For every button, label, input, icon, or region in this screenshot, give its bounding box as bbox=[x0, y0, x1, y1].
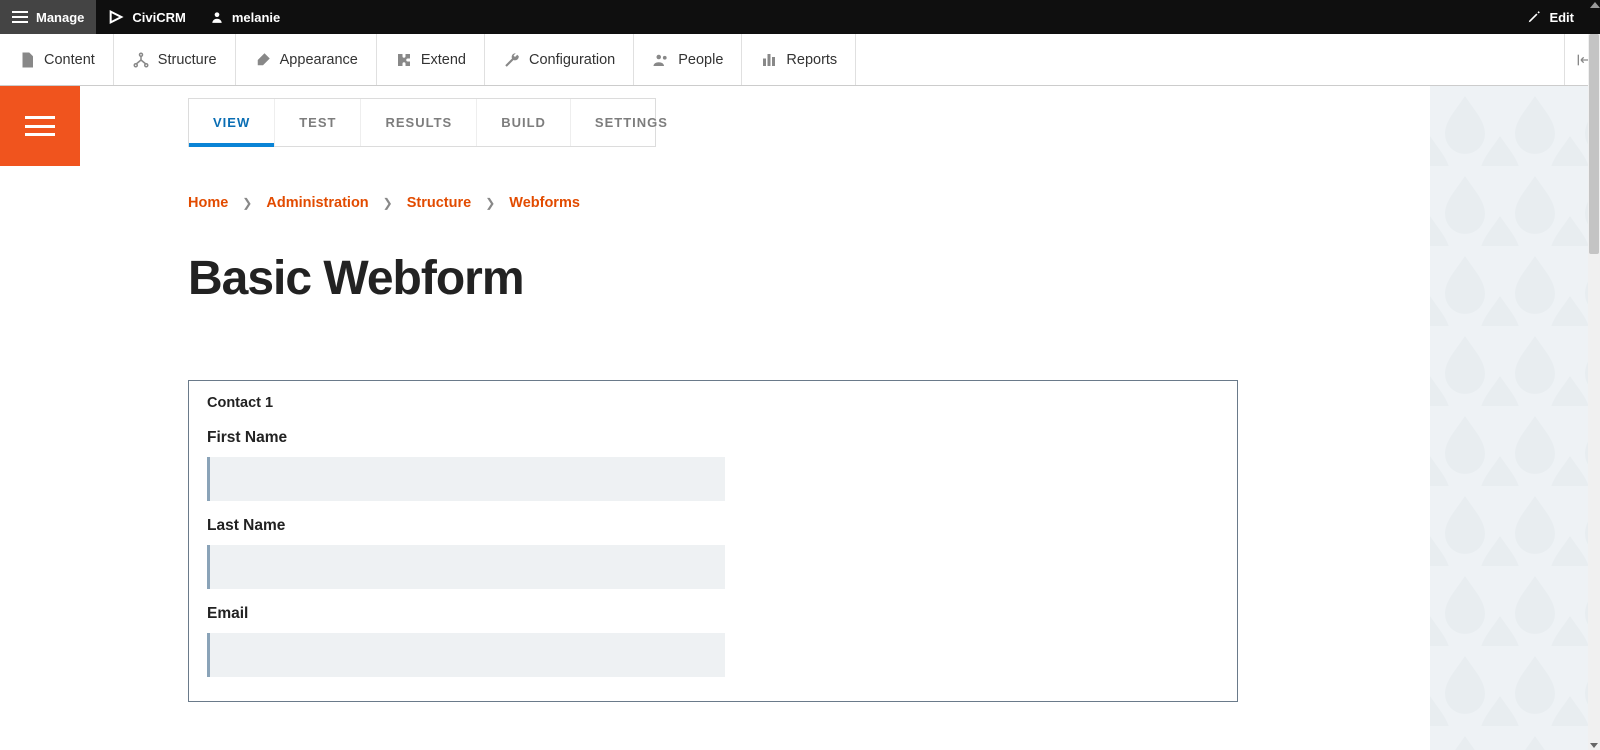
admin-menu-reports[interactable]: Reports bbox=[742, 34, 856, 85]
tab-build[interactable]: BUILD bbox=[477, 99, 571, 146]
page-title: Basic Webform bbox=[188, 251, 1388, 306]
breadcrumb-administration[interactable]: Administration bbox=[266, 195, 368, 211]
tab-label: BUILD bbox=[501, 115, 546, 130]
civicrm-link[interactable]: CiviCRM bbox=[96, 0, 197, 34]
chevron-right-icon: ❯ bbox=[383, 196, 393, 210]
civicrm-label: CiviCRM bbox=[132, 10, 185, 25]
user-menu[interactable]: melanie bbox=[198, 0, 292, 34]
breadcrumb: Home ❯ Administration ❯ Structure ❯ Webf… bbox=[188, 195, 1388, 211]
hamburger-icon bbox=[12, 11, 28, 23]
first-name-input[interactable] bbox=[207, 457, 725, 501]
civicrm-icon bbox=[108, 9, 124, 25]
admin-menu-extend[interactable]: Extend bbox=[377, 34, 485, 85]
admin-menu-label: Extend bbox=[421, 52, 466, 68]
first-name-label: First Name bbox=[207, 429, 1219, 447]
breadcrumb-home[interactable]: Home bbox=[188, 195, 228, 211]
chevron-right-icon: ❯ bbox=[485, 196, 495, 210]
primary-tabs: VIEW TEST RESULTS BUILD SETTINGS bbox=[188, 98, 656, 147]
wrench-icon bbox=[503, 51, 521, 69]
content-area: VIEW TEST RESULTS BUILD SETTINGS Home ❯ … bbox=[80, 86, 1600, 750]
tab-label: RESULTS bbox=[385, 115, 452, 130]
puzzle-icon bbox=[395, 51, 413, 69]
tab-results[interactable]: RESULTS bbox=[361, 99, 477, 146]
pencil-icon bbox=[1527, 10, 1541, 24]
admin-menu-label: People bbox=[678, 52, 723, 68]
admin-menu-label: Reports bbox=[786, 52, 837, 68]
breadcrumb-webforms[interactable]: Webforms bbox=[509, 195, 580, 211]
admin-menu-label: Appearance bbox=[280, 52, 358, 68]
admin-menu-appearance[interactable]: Appearance bbox=[236, 34, 377, 85]
people-icon bbox=[652, 51, 670, 69]
edit-label: Edit bbox=[1549, 10, 1574, 25]
hierarchy-icon bbox=[132, 51, 150, 69]
paint-icon bbox=[254, 51, 272, 69]
tab-label: TEST bbox=[299, 115, 336, 130]
admin-menu-label: Configuration bbox=[529, 52, 615, 68]
tab-test[interactable]: TEST bbox=[275, 99, 361, 146]
admin-menu-label: Structure bbox=[158, 52, 217, 68]
chevron-right-icon: ❯ bbox=[242, 196, 252, 210]
admin-menu-configuration[interactable]: Configuration bbox=[485, 34, 634, 85]
admin-menu-label: Content bbox=[44, 52, 95, 68]
user-icon bbox=[210, 10, 224, 24]
tab-label: SETTINGS bbox=[595, 115, 668, 130]
toolbar: Manage CiviCRM melanie Edit bbox=[0, 0, 1600, 34]
droplet-pattern bbox=[1430, 86, 1600, 750]
hamburger-icon bbox=[25, 116, 55, 136]
last-name-input[interactable] bbox=[207, 545, 725, 589]
sidebar-toggle[interactable] bbox=[0, 86, 80, 166]
email-input[interactable] bbox=[207, 633, 725, 677]
file-icon bbox=[18, 51, 36, 69]
fieldset-legend: Contact 1 bbox=[207, 395, 1219, 411]
user-label: melanie bbox=[232, 10, 280, 25]
last-name-label: Last Name bbox=[207, 517, 1219, 535]
admin-menu-content[interactable]: Content bbox=[0, 34, 114, 85]
admin-menu-structure[interactable]: Structure bbox=[114, 34, 236, 85]
scrollbar-thumb[interactable] bbox=[1589, 34, 1599, 254]
email-label: Email bbox=[207, 605, 1219, 623]
edit-button[interactable]: Edit bbox=[1515, 0, 1586, 34]
tab-label: VIEW bbox=[213, 115, 250, 130]
breadcrumb-structure[interactable]: Structure bbox=[407, 195, 471, 211]
manage-button[interactable]: Manage bbox=[0, 0, 96, 34]
manage-label: Manage bbox=[36, 10, 84, 25]
vertical-scrollbar[interactable] bbox=[1588, 34, 1600, 750]
collapse-toolbar-icon[interactable] bbox=[1590, 2, 1600, 8]
admin-menu: Content Structure Appearance Extend Conf… bbox=[0, 34, 1600, 86]
tab-view[interactable]: VIEW bbox=[189, 99, 275, 146]
webform-fieldset: Contact 1 First Name Last Name Email bbox=[188, 380, 1238, 702]
scroll-down-icon bbox=[1590, 743, 1598, 748]
tab-settings[interactable]: SETTINGS bbox=[571, 99, 692, 146]
admin-menu-people[interactable]: People bbox=[634, 34, 742, 85]
chart-icon bbox=[760, 51, 778, 69]
